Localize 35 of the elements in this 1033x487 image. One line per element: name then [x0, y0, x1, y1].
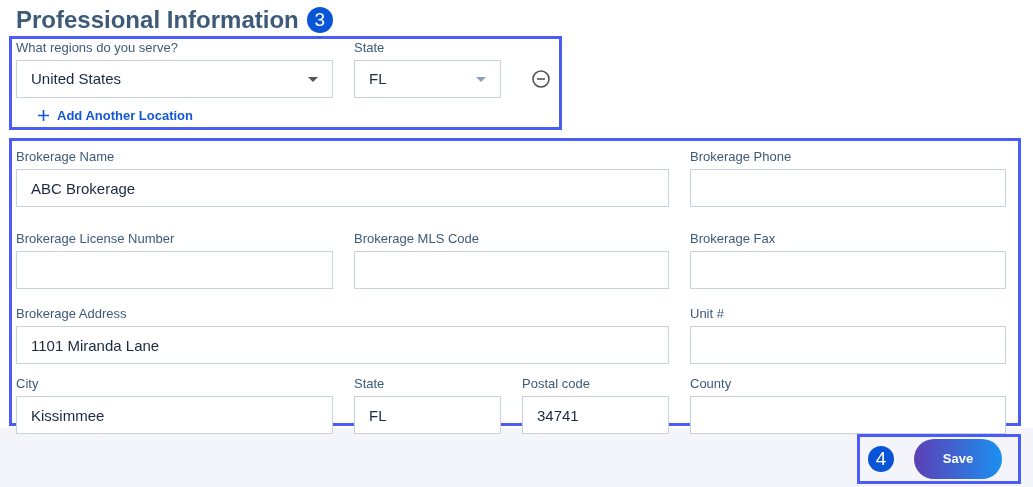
- dropdown-field[interactable]: United States: [16, 60, 333, 98]
- field-label: Brokerage License Number: [16, 231, 176, 247]
- field-label: County: [690, 376, 733, 392]
- caret-icon: [308, 76, 318, 82]
- field-label: Brokerage Address: [16, 306, 128, 322]
- input-field[interactable]: ABC Brokerage: [16, 169, 669, 207]
- input-field[interactable]: [690, 326, 1006, 364]
- remove-icon[interactable]: [532, 70, 550, 88]
- input-field[interactable]: 34741: [522, 396, 669, 434]
- input-field[interactable]: 1101 Miranda Lane: [16, 326, 669, 364]
- field-label: State: [354, 40, 386, 56]
- field-label: Postal code: [522, 376, 591, 392]
- dropdown-field[interactable]: FL: [354, 60, 501, 98]
- input-field[interactable]: [690, 169, 1006, 207]
- input-field[interactable]: [690, 396, 1006, 434]
- input-field[interactable]: FL: [354, 396, 501, 434]
- add-location-link[interactable]: Add Another Location: [38, 106, 193, 126]
- field-label: State: [354, 376, 386, 392]
- section-title: Professional Information: [16, 5, 299, 35]
- plus-icon: [38, 110, 49, 122]
- save-button[interactable]: Save: [914, 439, 1002, 479]
- field-label: Brokerage Fax: [690, 231, 777, 247]
- field-label: City: [16, 376, 40, 392]
- field-label: Brokerage Name: [16, 149, 116, 165]
- field-label: Brokerage Phone: [690, 149, 793, 165]
- step-badge: 4: [868, 446, 894, 472]
- field-label: What regions do you serve?: [16, 40, 179, 56]
- step-badge: 3: [306, 7, 333, 33]
- field-label: Brokerage MLS Code: [354, 231, 480, 247]
- input-field[interactable]: [354, 251, 669, 289]
- input-field[interactable]: [690, 251, 1006, 289]
- input-field[interactable]: [16, 251, 333, 289]
- input-field[interactable]: Kissimmee: [16, 396, 333, 434]
- field-label: Unit #: [690, 306, 725, 322]
- caret-icon: [476, 76, 486, 82]
